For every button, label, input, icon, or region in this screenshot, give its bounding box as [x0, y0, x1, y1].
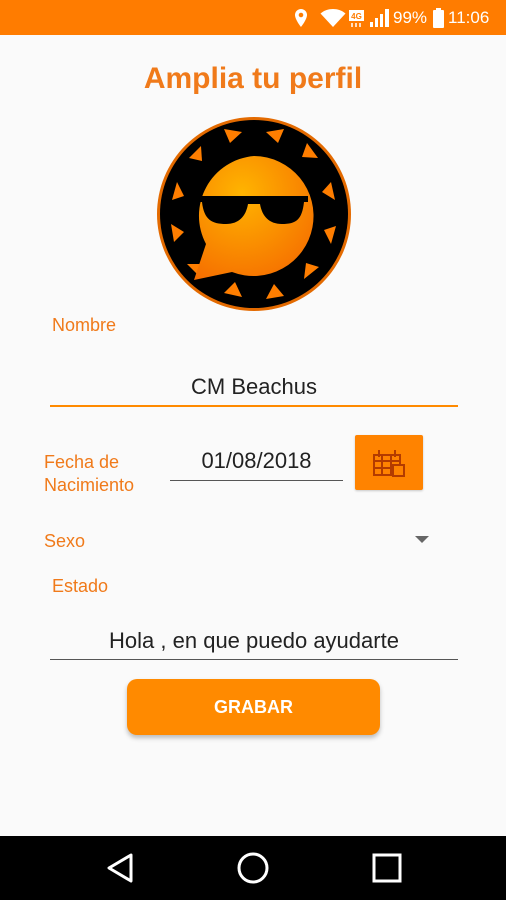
home-button[interactable] — [233, 848, 273, 888]
save-button[interactable]: GRABAR — [127, 679, 380, 735]
sun-logo-icon — [157, 117, 351, 311]
network-badge: 4G — [348, 0, 366, 35]
fecha-label-line1: Fecha de — [44, 452, 120, 472]
fecha-label-line2: Nacimiento — [44, 475, 135, 495]
home-icon — [237, 852, 269, 884]
status-bar: 4G 99% 11:06 — [0, 0, 506, 35]
network-badge-text: 4G — [351, 12, 362, 21]
sexo-label: Sexo — [44, 531, 86, 551]
nombre-underline — [50, 405, 458, 407]
nombre-label: Nombre — [52, 315, 117, 335]
clock: 11:06 — [448, 7, 490, 27]
calendar-icon — [373, 449, 405, 477]
nombre-input[interactable] — [50, 370, 458, 404]
signal-icon — [369, 0, 391, 35]
battery-percent: 99% — [393, 7, 428, 27]
navigation-bar — [0, 836, 506, 900]
battery-icon — [432, 0, 445, 35]
wifi-icon — [320, 0, 346, 35]
back-button[interactable] — [100, 848, 140, 888]
back-icon — [107, 853, 133, 883]
estado-label: Estado — [52, 576, 109, 596]
avatar[interactable] — [156, 116, 352, 312]
recents-button[interactable] — [367, 848, 407, 888]
location-icon — [293, 0, 309, 35]
fecha-input[interactable] — [170, 444, 343, 478]
fecha-label: Fecha de Nacimiento — [44, 451, 134, 497]
estado-underline — [50, 659, 458, 660]
page-title: Amplia tu perfil — [143, 62, 363, 95]
estado-input[interactable] — [50, 624, 458, 658]
recents-icon — [372, 853, 402, 883]
sexo-dropdown-arrow-icon[interactable] — [415, 536, 429, 543]
fecha-underline — [170, 480, 343, 481]
calendar-button[interactable] — [355, 435, 423, 490]
